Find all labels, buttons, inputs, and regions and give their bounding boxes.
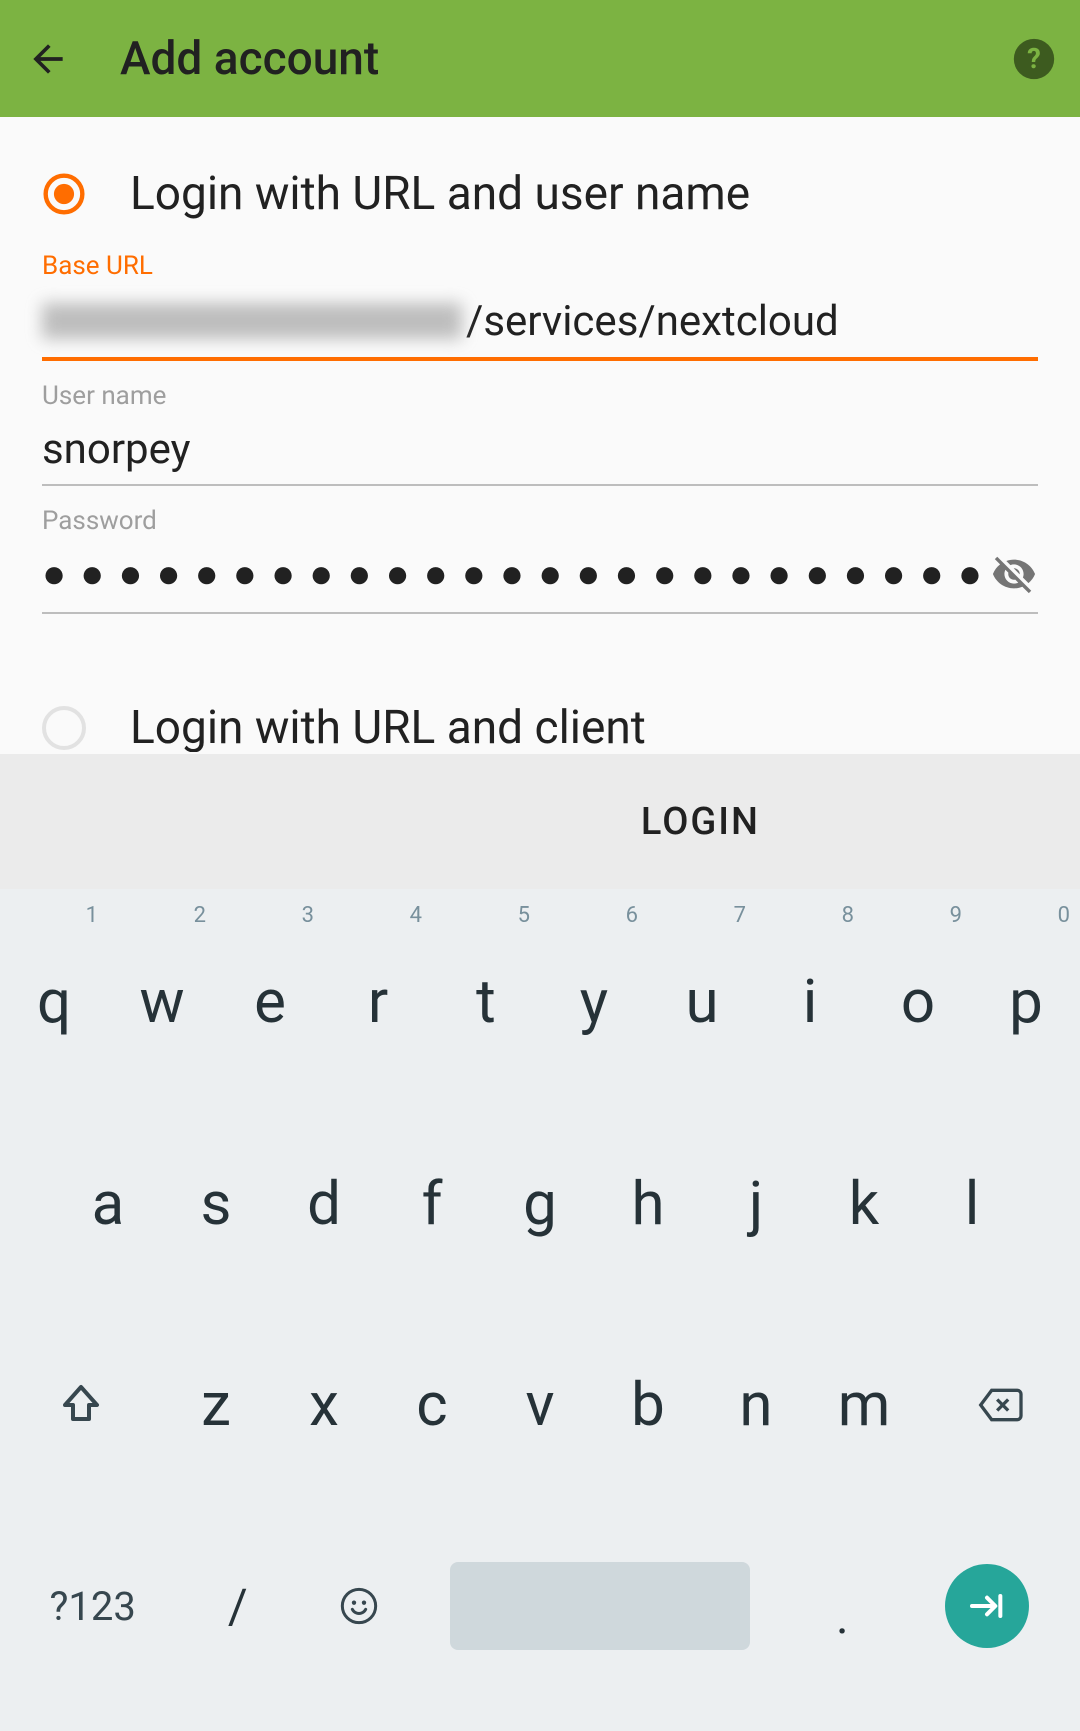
key-b[interactable]: b <box>594 1369 702 1440</box>
backspace-key[interactable] <box>918 1383 1080 1427</box>
key-k[interactable]: k <box>810 1103 918 1305</box>
slash-key[interactable]: / <box>177 1506 298 1708</box>
key-x[interactable]: x <box>270 1369 378 1440</box>
option2-title: Login with URL and client <box>130 704 646 752</box>
radio-unselected-icon <box>42 706 86 750</box>
keyboard-row-4: ?123 / . <box>0 1506 1080 1708</box>
page-title: Add account <box>120 32 379 86</box>
password-label: Password <box>42 506 1038 536</box>
field-password: Password ●●●●●●●●●●●●●●●●●●●●●●●●●●●●● <box>42 506 1038 614</box>
keyboard-row-2: asdfghjkl <box>0 1103 1080 1305</box>
login-option-url-client[interactable]: Login with URL and client <box>42 704 1038 752</box>
key-o[interactable]: o9 <box>864 901 972 1103</box>
app-header: Add account ? <box>0 0 1080 117</box>
key-s[interactable]: s <box>162 1103 270 1305</box>
base-url-suffix: /services/nextcloud <box>466 297 839 346</box>
key-a[interactable]: a <box>54 1103 162 1305</box>
field-username: User name <box>42 381 1038 486</box>
backspace-icon <box>973 1383 1025 1427</box>
key-l[interactable]: l <box>918 1103 1026 1305</box>
suggestion-text[interactable]: LOGIN <box>641 800 760 844</box>
soft-keyboard: q1w2e3r4t5y6u7i8o9p0 asdfghjkl zxcvbnm ?… <box>0 889 1080 1731</box>
field-base-url: Base URL /services/nextcloud <box>42 251 1038 361</box>
radio-selected-icon <box>42 172 86 216</box>
key-g[interactable]: g <box>486 1103 594 1305</box>
emoji-key[interactable] <box>298 1506 419 1708</box>
key-e[interactable]: e3 <box>216 901 324 1103</box>
space-bar <box>450 1562 750 1650</box>
shift-icon <box>57 1381 105 1429</box>
login-option-url-username[interactable]: Login with URL and user name <box>42 167 1038 221</box>
key-t[interactable]: t5 <box>432 901 540 1103</box>
key-z[interactable]: z <box>162 1369 270 1440</box>
back-button[interactable] <box>24 35 72 83</box>
symbols-key[interactable]: ?123 <box>8 1506 177 1708</box>
svg-text:?: ? <box>1027 42 1041 75</box>
base-url-input[interactable]: /services/nextcloud <box>42 295 1038 361</box>
help-button[interactable]: ? <box>1012 37 1056 81</box>
key-r[interactable]: r4 <box>324 901 432 1103</box>
shift-key[interactable] <box>0 1381 162 1429</box>
key-u[interactable]: u7 <box>648 901 756 1103</box>
username-label: User name <box>42 381 1038 411</box>
space-key[interactable] <box>419 1506 782 1708</box>
key-i[interactable]: i8 <box>756 901 864 1103</box>
keyboard-row-1: q1w2e3r4t5y6u7i8o9p0 <box>0 901 1080 1103</box>
eye-off-icon <box>991 551 1037 597</box>
help-icon: ? <box>1012 37 1056 81</box>
redacted-url-part <box>42 303 462 339</box>
key-q[interactable]: q1 <box>0 901 108 1103</box>
tab-icon <box>967 1586 1007 1626</box>
period-key[interactable]: . <box>782 1506 903 1708</box>
arrow-left-icon <box>26 37 70 81</box>
key-j[interactable]: j <box>702 1103 810 1305</box>
key-n[interactable]: n <box>702 1369 810 1440</box>
key-d[interactable]: d <box>270 1103 378 1305</box>
enter-key[interactable] <box>903 1506 1072 1708</box>
keyboard-row-3: zxcvbnm <box>0 1304 1080 1506</box>
toggle-password-visibility-button[interactable] <box>990 550 1038 598</box>
key-w[interactable]: w2 <box>108 901 216 1103</box>
key-v[interactable]: v <box>486 1369 594 1440</box>
password-input[interactable]: ●●●●●●●●●●●●●●●●●●●●●●●●●●●●● <box>42 554 990 594</box>
key-p[interactable]: p0 <box>972 901 1080 1103</box>
key-f[interactable]: f <box>378 1103 486 1305</box>
keyboard-suggestion-bar[interactable]: LOGIN <box>0 754 1080 889</box>
key-c[interactable]: c <box>378 1369 486 1440</box>
emoji-icon <box>339 1586 379 1626</box>
username-input[interactable] <box>42 425 1038 474</box>
content-area: Login with URL and user name Base URL /s… <box>0 117 1080 752</box>
key-y[interactable]: y6 <box>540 901 648 1103</box>
base-url-label: Base URL <box>42 251 1038 281</box>
key-m[interactable]: m <box>810 1369 918 1440</box>
option-title: Login with URL and user name <box>130 167 750 221</box>
key-h[interactable]: h <box>594 1103 702 1305</box>
